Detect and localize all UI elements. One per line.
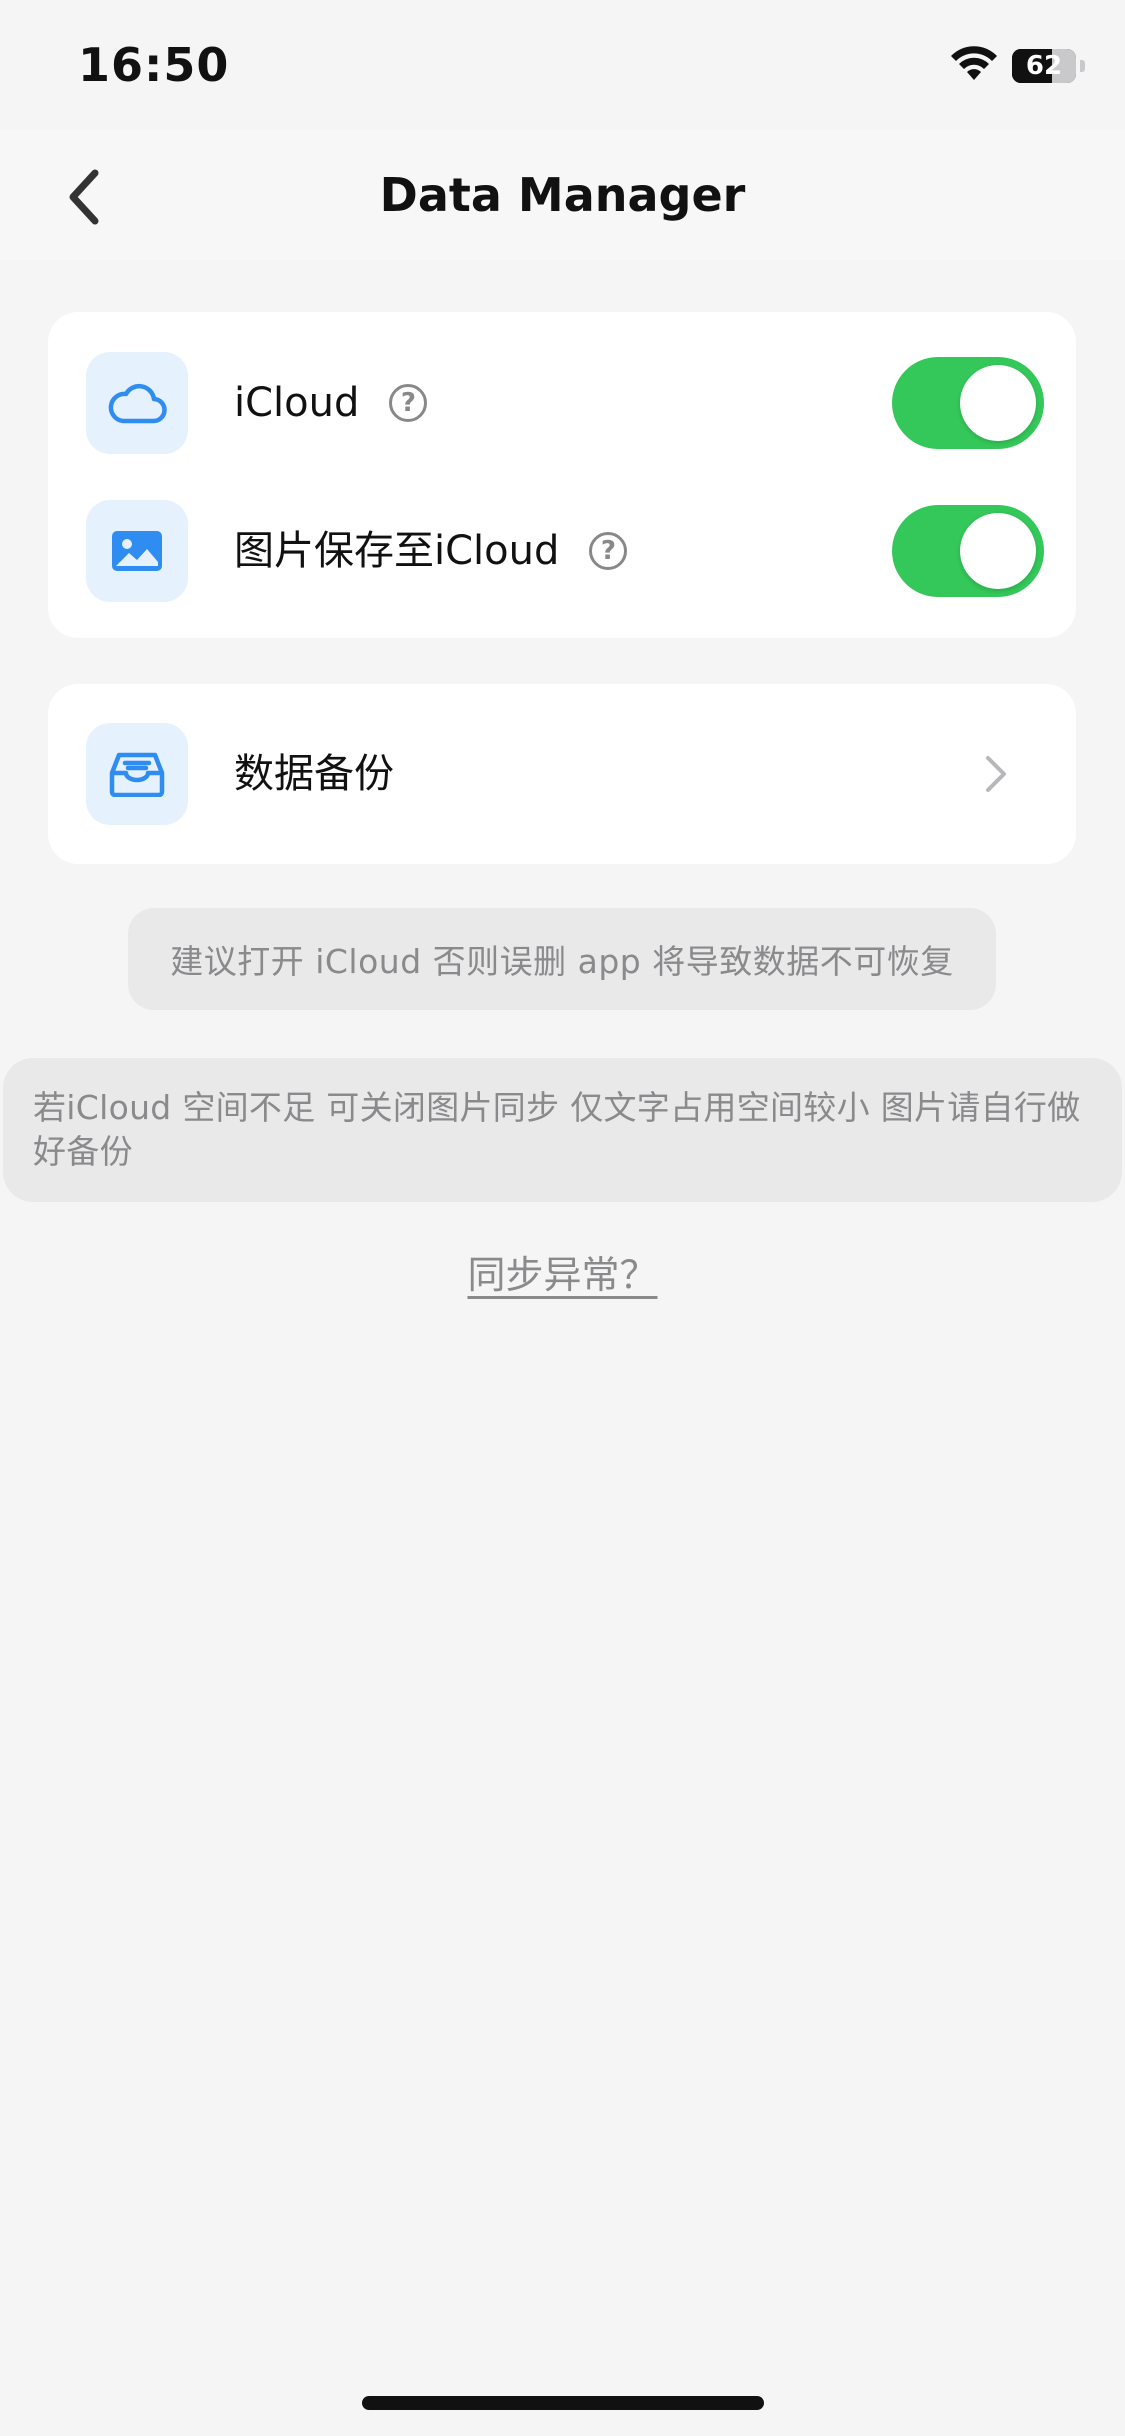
help-icon[interactable]: ? [389, 384, 428, 422]
image-icon [86, 500, 188, 602]
storage-tip: 若iCloud 空间不足 可关闭图片同步 仅文字占用空间较小 图片请自行做好备份 [3, 1058, 1122, 1202]
cloud-icon [86, 352, 188, 454]
sync-settings-card: iCloud ? 图片保存至iCloud ? [48, 312, 1076, 638]
backup-card[interactable]: 数据备份 [48, 684, 1076, 864]
status-bar: 16:50 62 [0, 0, 1125, 130]
icloud-toggle[interactable] [892, 357, 1044, 449]
toggle-knob [960, 513, 1036, 589]
toggle-knob [960, 365, 1036, 441]
home-indicator[interactable] [362, 2396, 764, 2410]
battery-icon: 62 [1012, 49, 1076, 83]
battery-level: 62 [1025, 51, 1063, 81]
backup-label: 数据备份 [234, 751, 394, 797]
sync-issue-link[interactable]: 同步异常？ [0, 1244, 1125, 1299]
status-indicators: 62 [950, 46, 1085, 86]
page-title: Data Manager [379, 168, 746, 222]
chevron-right-icon [986, 756, 1006, 792]
inbox-tray-icon [86, 723, 188, 825]
wifi-icon [950, 46, 998, 86]
nav-bar: Data Manager [0, 130, 1125, 260]
icloud-tip: 建议打开 iCloud 否则误删 app 将导致数据不可恢复 [128, 908, 996, 1010]
icloud-label: iCloud ? [234, 378, 428, 428]
image-icloud-row: 图片保存至iCloud ? [48, 500, 1076, 602]
status-time: 16:50 [78, 38, 230, 92]
battery-tip [1080, 60, 1085, 72]
icloud-row: iCloud ? [48, 352, 1076, 454]
image-icloud-label: 图片保存至iCloud ? [234, 526, 628, 576]
image-icloud-toggle[interactable] [892, 505, 1044, 597]
help-icon[interactable]: ? [589, 532, 628, 570]
